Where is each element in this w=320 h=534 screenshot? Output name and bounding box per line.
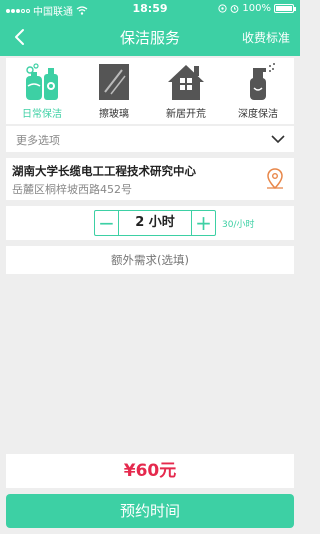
tab-window-cleaning[interactable]: 擦玻璃 [78,58,150,124]
more-options-label: 更多选项 [16,134,60,147]
duration-row: − 2 小时 + 30/小时 [6,206,294,240]
more-options-dropdown[interactable]: 更多选项 [6,126,294,152]
tab-new-home-cleaning[interactable]: 新居开荒 [150,58,222,124]
header-bar: 中国联通 18:59 100% 保洁服务 收费标准 [0,0,300,56]
tab-label: 擦玻璃 [99,109,129,120]
decrease-button[interactable]: − [95,211,119,235]
tab-daily-cleaning[interactable]: 日常保洁 [6,58,78,124]
chevron-down-icon [271,135,285,144]
tab-label: 深度保洁 [238,109,278,120]
fee-standard-link[interactable]: 收费标准 [242,29,290,46]
service-category-tabs: 日常保洁 擦玻璃 新居开荒 深度保洁 [6,58,294,124]
status-bar: 中国联通 18:59 100% [0,0,300,18]
duration-stepper: − 2 小时 + [94,210,216,236]
extra-requirements-field[interactable]: 额外需求(选填) [6,246,294,274]
tab-deep-cleaning[interactable]: 深度保洁 [222,58,294,124]
duration-value: 2 小时 [135,215,175,230]
location-pin-icon [267,168,283,190]
location-arrow-icon [218,4,228,13]
cleaning-bottles-icon [20,62,64,102]
battery-icon [274,4,296,13]
total-price: ¥60元 [6,454,294,488]
spray-bottle-icon [236,62,280,102]
address-selector[interactable]: 湖南大学长缆电工工程技术研究中心 岳麓区桐梓坡西路452号 [6,158,294,200]
window-glass-icon [92,62,136,102]
tab-label: 日常保洁 [22,109,62,120]
book-time-button[interactable]: 预约时间 [6,494,294,528]
tab-label: 新居开荒 [166,109,206,120]
alarm-icon [231,5,239,13]
nav-bar: 保洁服务 收费标准 [0,18,300,56]
battery-percent: 100% [242,3,271,14]
hourly-rate: 30/小时 [222,220,255,230]
address-detail: 岳麓区桐梓坡西路452号 [12,183,132,196]
increase-button[interactable]: + [191,211,215,235]
house-icon [164,62,208,102]
address-title: 湖南大学长缆电工工程技术研究中心 [12,164,196,178]
